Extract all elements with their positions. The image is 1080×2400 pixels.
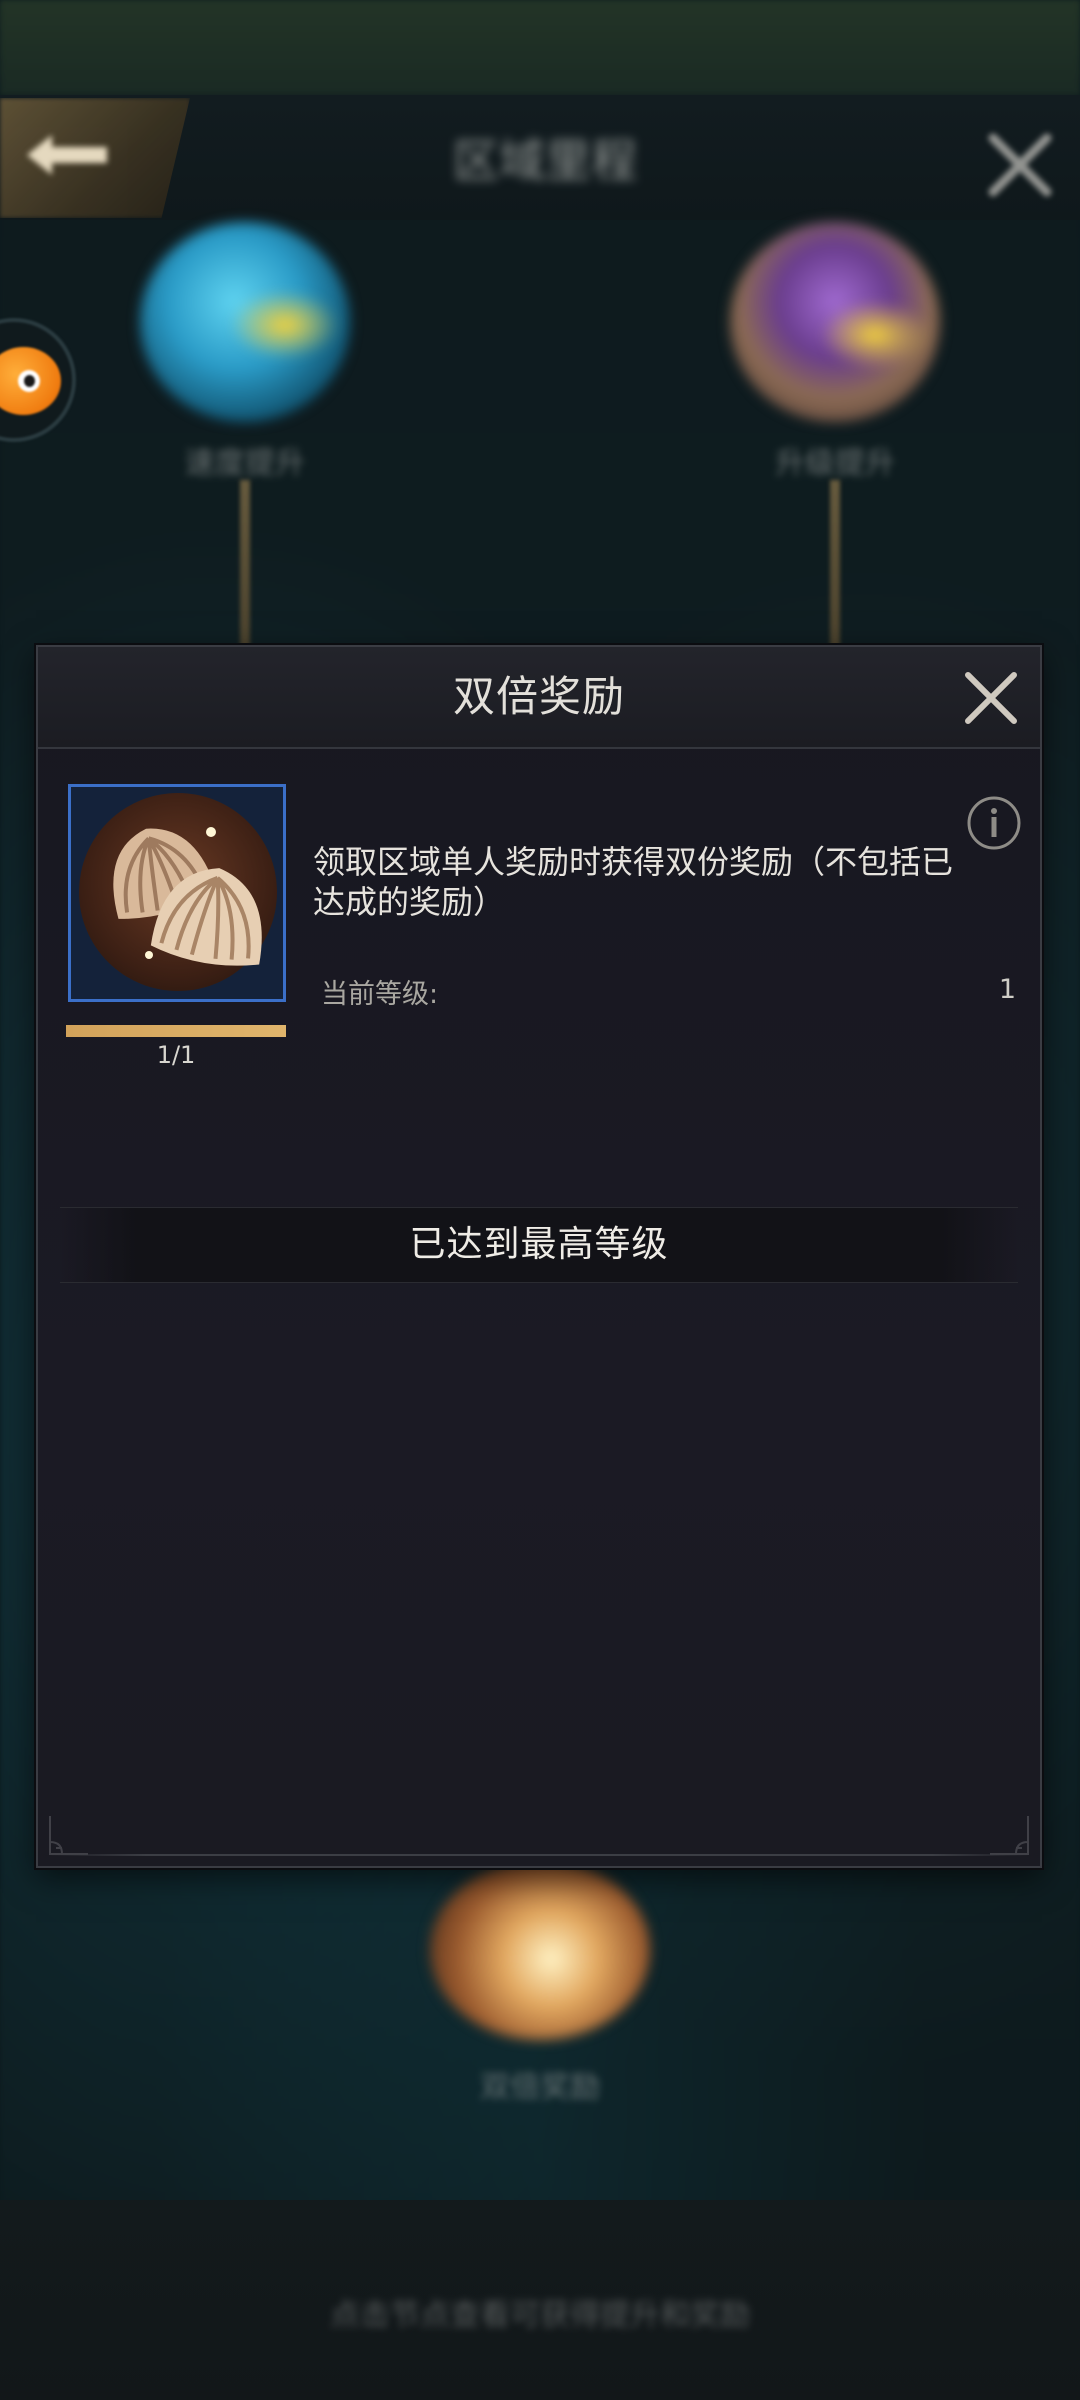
node-label: 双倍奖励 bbox=[480, 2070, 600, 2105]
background-close-icon[interactable] bbox=[985, 130, 1055, 200]
max-level-text: 已达到最高等级 bbox=[409, 1224, 669, 1265]
shell-icon bbox=[113, 827, 262, 966]
node-connector bbox=[240, 480, 250, 650]
reward-item-frame[interactable] bbox=[68, 784, 286, 1002]
double-reward-dialog: 双倍奖励 1/1 领取区域单人奖励时获得双份奖励（不包括已达成的奖励） 当前等级… bbox=[36, 645, 1042, 1868]
item-progress-bar bbox=[66, 1025, 286, 1037]
current-level-label: 当前等级: bbox=[321, 979, 439, 1010]
current-level-value: 1 bbox=[998, 974, 1016, 1005]
item-progress-fill bbox=[66, 1025, 286, 1037]
bottom-hint-text: 点击节点查看可获得提升和奖励 bbox=[330, 2298, 750, 2333]
info-icon[interactable] bbox=[966, 795, 1022, 851]
corner-ornament bbox=[990, 1816, 1029, 1855]
node-connector bbox=[830, 480, 840, 650]
dialog-header: 双倍奖励 bbox=[38, 647, 1040, 749]
dialog-title: 双倍奖励 bbox=[452, 672, 625, 721]
reward-description: 领取区域单人奖励时获得双份奖励（不包括已达成的奖励） bbox=[313, 843, 954, 921]
max-level-banner: 已达到最高等级 bbox=[60, 1207, 1018, 1283]
corner-ornament bbox=[49, 1816, 88, 1855]
background-header-title: 区域里程 bbox=[453, 134, 637, 188]
status-band bbox=[0, 0, 1080, 95]
back-arrow-icon bbox=[27, 135, 107, 175]
node-label: 速度提升 bbox=[185, 446, 305, 481]
node-double-reward[interactable] bbox=[430, 1860, 650, 2040]
node-label: 升级提升 bbox=[775, 446, 895, 481]
item-progress-text: 1/1 bbox=[156, 1041, 196, 1069]
close-icon[interactable] bbox=[960, 667, 1022, 729]
